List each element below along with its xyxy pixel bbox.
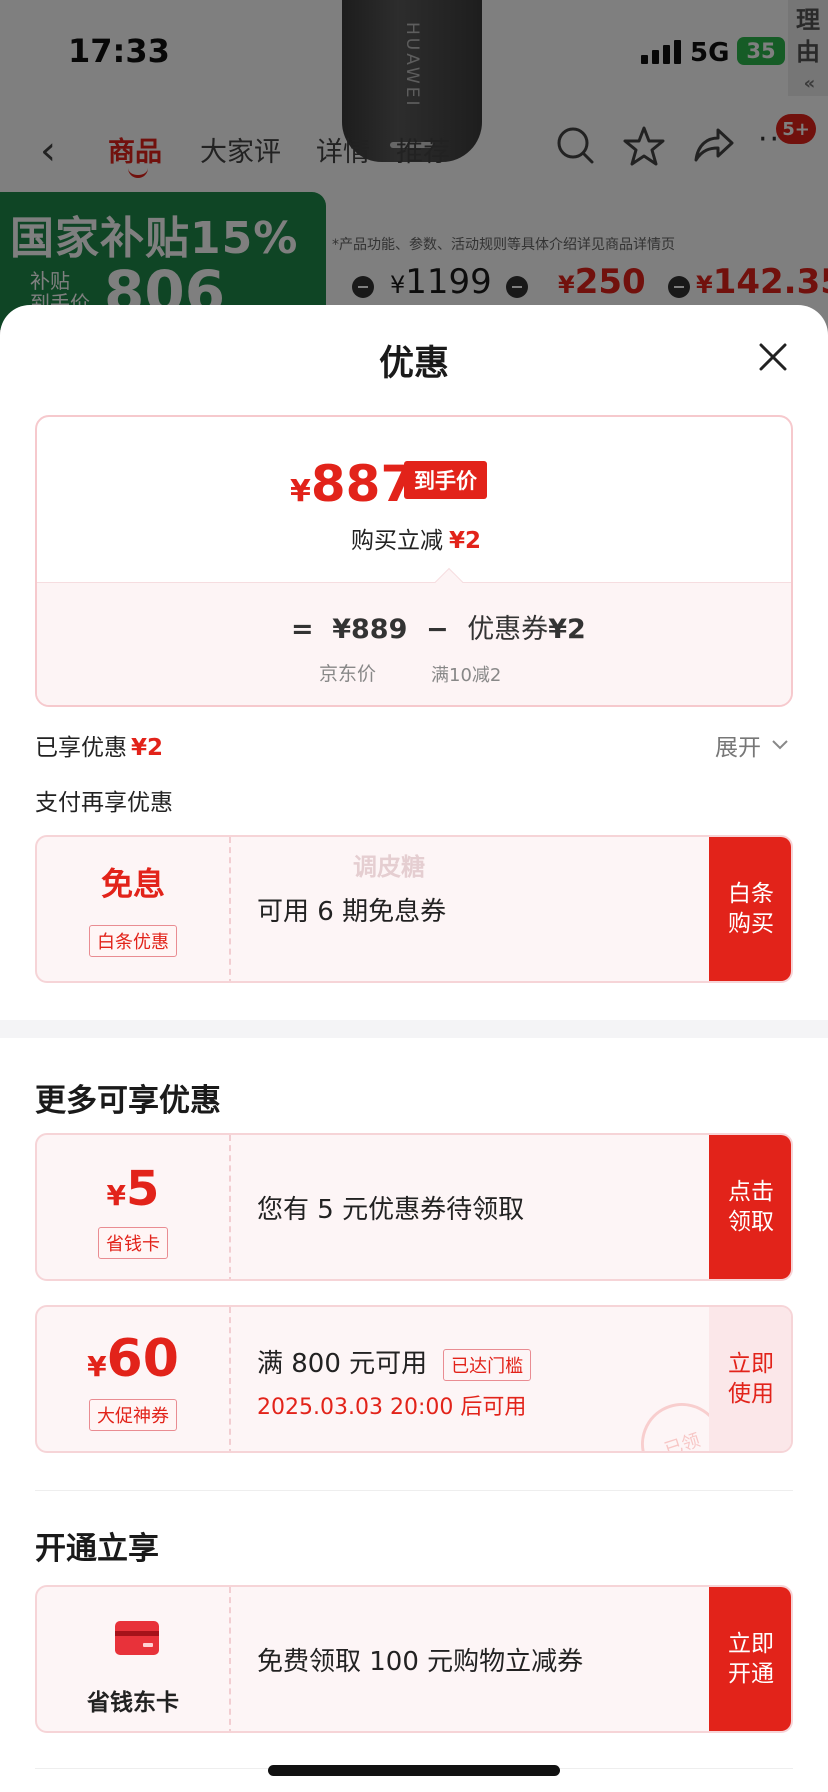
promo-time: 2025.03.03 20:00 后可用 — [257, 1395, 527, 1420]
enjoyed-discount: 已享优惠 ¥2 — [35, 735, 164, 761]
promo-amount: ¥60 — [87, 1329, 179, 1389]
jd-price-label: 京东价 — [319, 663, 377, 685]
savings-amount: ¥5 — [106, 1161, 160, 1217]
baitiao-main: 免息 — [100, 865, 165, 903]
divider — [35, 1490, 793, 1491]
jd-card-name: 省钱东卡 — [87, 1690, 179, 1716]
baitiao-card-left: 免息 白条优惠 — [37, 837, 231, 981]
open-enjoy-title: 开通立享 — [35, 1531, 159, 1567]
promo-coupon-left: ¥60 大促神券 — [37, 1307, 231, 1451]
pay-discount-title: 支付再享优惠 — [35, 790, 173, 816]
hand-price: ¥887 — [290, 455, 416, 513]
use-now-button[interactable]: 立即 使用 — [709, 1307, 791, 1451]
home-indicator[interactable] — [268, 1765, 560, 1776]
savings-desc: 您有 5 元优惠券待领取 — [257, 1194, 525, 1225]
claim-coupon-button[interactable]: 点击 领取 — [709, 1135, 791, 1279]
coupon-rule: 满10减2 — [431, 665, 502, 686]
threshold-tag: 已达门槛 — [443, 1348, 532, 1381]
promo-coupon: ¥60 大促神券 满 800 元可用 已达门槛 2025.03.03 20:00 … — [35, 1305, 793, 1453]
instant-discount: 购买立减 ¥2 — [350, 528, 481, 554]
credit-card-icon — [115, 1621, 159, 1655]
open-card-button[interactable]: 立即 开通 — [709, 1587, 791, 1731]
baitiao-tag: 白条优惠 — [89, 925, 177, 957]
price-summary-card: ¥887 到手价 购买立减 ¥2 = ¥889 − 优惠券¥2 京东价 满10减2 — [35, 415, 793, 707]
close-icon[interactable] — [757, 341, 789, 373]
hand-price-tag: 到手价 — [404, 461, 487, 499]
price-formula: = ¥889 − 优惠券¥2 — [291, 614, 586, 645]
section-divider — [0, 1020, 828, 1038]
chevron-down-icon — [772, 740, 788, 750]
promo-tag: 大促神券 — [89, 1399, 177, 1431]
savings-card-left: ¥5 省钱卡 — [37, 1135, 231, 1279]
savings-card-coupon: ¥5 省钱卡 您有 5 元优惠券待领取 点击 领取 — [35, 1133, 793, 1281]
more-discounts-title: 更多可享优惠 — [35, 1083, 221, 1119]
savings-tag: 省钱卡 — [98, 1227, 168, 1259]
jd-card-left: 省钱东卡 — [37, 1587, 231, 1731]
sheet-title: 优惠 — [378, 344, 449, 384]
discount-sheet: 优惠 ¥887 到手价 购买立减 ¥2 = ¥889 − 优惠券¥2 京东价 满1… — [0, 305, 828, 1792]
jd-card-desc: 免费领取 100 元购物立减券 — [257, 1646, 584, 1677]
baitiao-card: 免息 白条优惠 调皮糖 可用 6 期免息券 白条 购买 — [35, 835, 793, 983]
promo-desc: 满 800 元可用 已达门槛 — [257, 1343, 532, 1381]
jd-savings-card: 省钱东卡 免费领取 100 元购物立减券 立即 开通 — [35, 1585, 793, 1733]
baitiao-desc: 可用 6 期免息券 — [257, 896, 447, 927]
expand-button[interactable]: 展开 — [715, 728, 789, 762]
baitiao-buy-button[interactable]: 白条 购买 — [709, 837, 791, 981]
